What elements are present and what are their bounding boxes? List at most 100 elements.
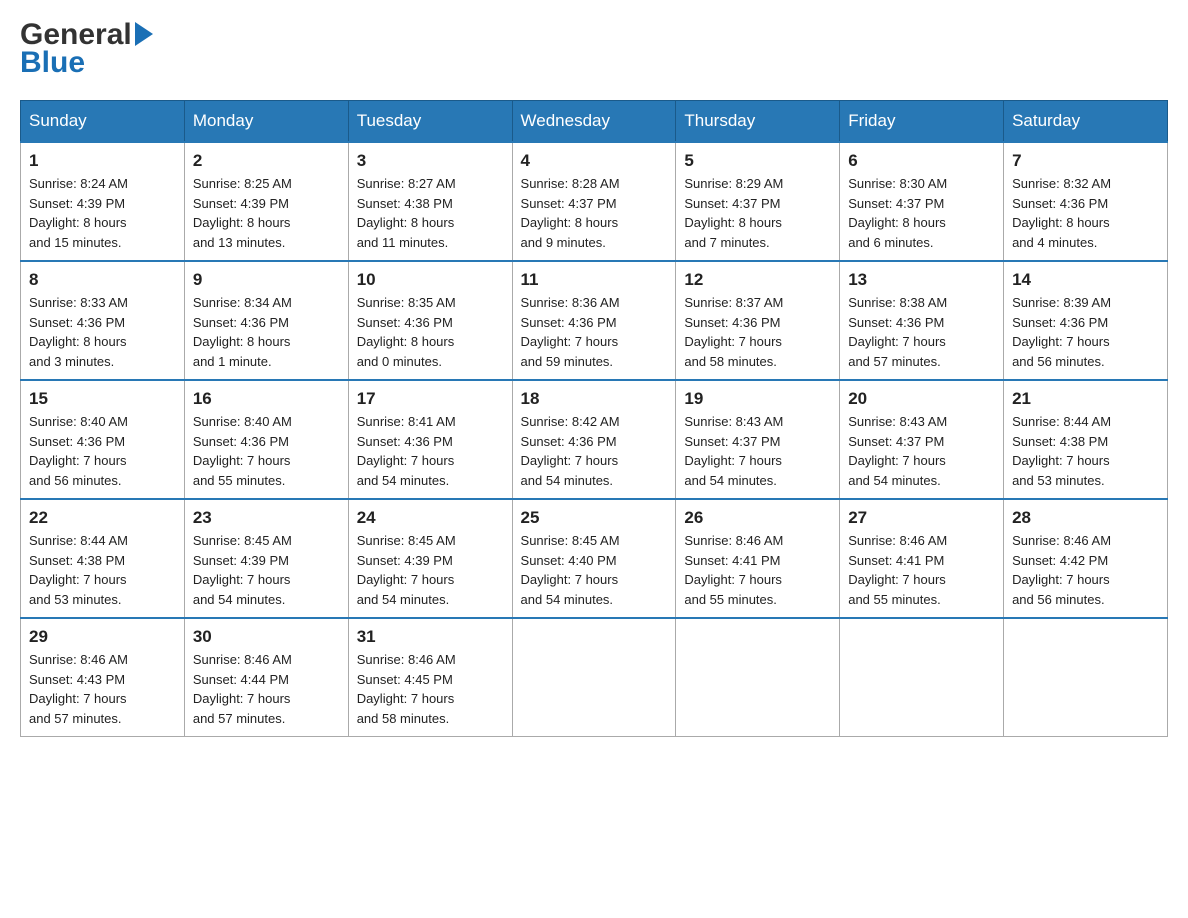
calendar-cell: 30 Sunrise: 8:46 AMSunset: 4:44 PMDayligh…: [184, 618, 348, 737]
day-info: Sunrise: 8:41 AMSunset: 4:36 PMDaylight:…: [357, 412, 504, 490]
day-info: Sunrise: 8:43 AMSunset: 4:37 PMDaylight:…: [684, 412, 831, 490]
day-number: 20: [848, 389, 995, 409]
day-info: Sunrise: 8:40 AMSunset: 4:36 PMDaylight:…: [193, 412, 340, 490]
day-number: 7: [1012, 151, 1159, 171]
day-number: 15: [29, 389, 176, 409]
day-info: Sunrise: 8:42 AMSunset: 4:36 PMDaylight:…: [521, 412, 668, 490]
day-info: Sunrise: 8:46 AMSunset: 4:43 PMDaylight:…: [29, 650, 176, 728]
day-info: Sunrise: 8:45 AMSunset: 4:39 PMDaylight:…: [357, 531, 504, 609]
day-info: Sunrise: 8:33 AMSunset: 4:36 PMDaylight:…: [29, 293, 176, 371]
calendar-cell: [840, 618, 1004, 737]
calendar-cell: 25 Sunrise: 8:45 AMSunset: 4:40 PMDayligh…: [512, 499, 676, 618]
calendar-body: 1Sunrise: 8:24 AMSunset: 4:39 PMDaylight…: [21, 142, 1168, 737]
weekday-header-tuesday: Tuesday: [348, 101, 512, 143]
page-header: General Blue: [20, 20, 1168, 80]
day-info: Sunrise: 8:46 AMSunset: 4:41 PMDaylight:…: [848, 531, 995, 609]
weekday-header-wednesday: Wednesday: [512, 101, 676, 143]
day-info: Sunrise: 8:29 AMSunset: 4:37 PMDaylight:…: [684, 174, 831, 252]
day-info: Sunrise: 8:43 AMSunset: 4:37 PMDaylight:…: [848, 412, 995, 490]
day-info: Sunrise: 8:38 AMSunset: 4:36 PMDaylight:…: [848, 293, 995, 371]
day-number: 2: [193, 151, 340, 171]
calendar-cell: 26 Sunrise: 8:46 AMSunset: 4:41 PMDayligh…: [676, 499, 840, 618]
calendar-cell: 17 Sunrise: 8:41 AMSunset: 4:36 PMDayligh…: [348, 380, 512, 499]
day-number: 4: [521, 151, 668, 171]
day-info: Sunrise: 8:44 AMSunset: 4:38 PMDaylight:…: [29, 531, 176, 609]
day-number: 25: [521, 508, 668, 528]
day-info: Sunrise: 8:46 AMSunset: 4:42 PMDaylight:…: [1012, 531, 1159, 609]
day-number: 21: [1012, 389, 1159, 409]
calendar-cell: 12Sunrise: 8:37 AMSunset: 4:36 PMDayligh…: [676, 261, 840, 380]
day-number: 6: [848, 151, 995, 171]
day-number: 30: [193, 627, 340, 647]
calendar-cell: 2 Sunrise: 8:25 AMSunset: 4:39 PMDaylight…: [184, 142, 348, 261]
calendar-header: SundayMondayTuesdayWednesdayThursdayFrid…: [21, 101, 1168, 143]
day-number: 1: [29, 151, 176, 171]
calendar-week-5: 29 Sunrise: 8:46 AMSunset: 4:43 PMDayligh…: [21, 618, 1168, 737]
day-number: 22: [29, 508, 176, 528]
calendar-cell: 7Sunrise: 8:32 AMSunset: 4:36 PMDaylight…: [1004, 142, 1168, 261]
calendar-cell: 1Sunrise: 8:24 AMSunset: 4:39 PMDaylight…: [21, 142, 185, 261]
day-number: 26: [684, 508, 831, 528]
day-info: Sunrise: 8:40 AMSunset: 4:36 PMDaylight:…: [29, 412, 176, 490]
day-number: 9: [193, 270, 340, 290]
logo-blue-text: Blue: [20, 46, 85, 80]
day-number: 12: [684, 270, 831, 290]
day-info: Sunrise: 8:36 AMSunset: 4:36 PMDaylight:…: [521, 293, 668, 371]
day-number: 10: [357, 270, 504, 290]
calendar-cell: 14Sunrise: 8:39 AMSunset: 4:36 PMDayligh…: [1004, 261, 1168, 380]
day-info: Sunrise: 8:46 AMSunset: 4:45 PMDaylight:…: [357, 650, 504, 728]
calendar-cell: 4 Sunrise: 8:28 AMSunset: 4:37 PMDaylight…: [512, 142, 676, 261]
day-number: 31: [357, 627, 504, 647]
day-number: 3: [357, 151, 504, 171]
calendar-cell: [512, 618, 676, 737]
day-info: Sunrise: 8:25 AMSunset: 4:39 PMDaylight:…: [193, 174, 340, 252]
calendar-cell: 6 Sunrise: 8:30 AMSunset: 4:37 PMDaylight…: [840, 142, 1004, 261]
calendar-cell: 3 Sunrise: 8:27 AMSunset: 4:38 PMDaylight…: [348, 142, 512, 261]
day-info: Sunrise: 8:27 AMSunset: 4:38 PMDaylight:…: [357, 174, 504, 252]
calendar-cell: 8 Sunrise: 8:33 AMSunset: 4:36 PMDaylight…: [21, 261, 185, 380]
day-info: Sunrise: 8:46 AMSunset: 4:44 PMDaylight:…: [193, 650, 340, 728]
calendar-cell: 27 Sunrise: 8:46 AMSunset: 4:41 PMDayligh…: [840, 499, 1004, 618]
calendar-cell: 29 Sunrise: 8:46 AMSunset: 4:43 PMDayligh…: [21, 618, 185, 737]
day-number: 17: [357, 389, 504, 409]
day-number: 28: [1012, 508, 1159, 528]
day-number: 19: [684, 389, 831, 409]
weekday-row: SundayMondayTuesdayWednesdayThursdayFrid…: [21, 101, 1168, 143]
calendar-cell: 13 Sunrise: 8:38 AMSunset: 4:36 PMDayligh…: [840, 261, 1004, 380]
day-info: Sunrise: 8:45 AMSunset: 4:40 PMDaylight:…: [521, 531, 668, 609]
weekday-header-sunday: Sunday: [21, 101, 185, 143]
calendar-cell: 24Sunrise: 8:45 AMSunset: 4:39 PMDayligh…: [348, 499, 512, 618]
day-number: 11: [521, 270, 668, 290]
day-info: Sunrise: 8:45 AMSunset: 4:39 PMDaylight:…: [193, 531, 340, 609]
calendar-cell: [676, 618, 840, 737]
calendar-week-4: 22 Sunrise: 8:44 AMSunset: 4:38 PMDayligh…: [21, 499, 1168, 618]
weekday-header-thursday: Thursday: [676, 101, 840, 143]
calendar-cell: 9Sunrise: 8:34 AMSunset: 4:36 PMDaylight…: [184, 261, 348, 380]
logo-arrow-icon: [135, 22, 153, 46]
day-info: Sunrise: 8:44 AMSunset: 4:38 PMDaylight:…: [1012, 412, 1159, 490]
day-number: 5: [684, 151, 831, 171]
day-number: 27: [848, 508, 995, 528]
day-number: 29: [29, 627, 176, 647]
weekday-header-friday: Friday: [840, 101, 1004, 143]
calendar-cell: [1004, 618, 1168, 737]
weekday-header-saturday: Saturday: [1004, 101, 1168, 143]
calendar-cell: 20 Sunrise: 8:43 AMSunset: 4:37 PMDayligh…: [840, 380, 1004, 499]
calendar-cell: 10Sunrise: 8:35 AMSunset: 4:36 PMDayligh…: [348, 261, 512, 380]
calendar-cell: 19 Sunrise: 8:43 AMSunset: 4:37 PMDayligh…: [676, 380, 840, 499]
calendar-table: SundayMondayTuesdayWednesdayThursdayFrid…: [20, 100, 1168, 737]
day-info: Sunrise: 8:30 AMSunset: 4:37 PMDaylight:…: [848, 174, 995, 252]
calendar-cell: 22 Sunrise: 8:44 AMSunset: 4:38 PMDayligh…: [21, 499, 185, 618]
day-info: Sunrise: 8:46 AMSunset: 4:41 PMDaylight:…: [684, 531, 831, 609]
calendar-cell: 28 Sunrise: 8:46 AMSunset: 4:42 PMDayligh…: [1004, 499, 1168, 618]
calendar-cell: 21 Sunrise: 8:44 AMSunset: 4:38 PMDayligh…: [1004, 380, 1168, 499]
calendar-week-1: 1Sunrise: 8:24 AMSunset: 4:39 PMDaylight…: [21, 142, 1168, 261]
day-number: 16: [193, 389, 340, 409]
day-number: 18: [521, 389, 668, 409]
calendar-cell: 5 Sunrise: 8:29 AMSunset: 4:37 PMDaylight…: [676, 142, 840, 261]
day-number: 8: [29, 270, 176, 290]
calendar-week-3: 15 Sunrise: 8:40 AMSunset: 4:36 PMDayligh…: [21, 380, 1168, 499]
day-number: 13: [848, 270, 995, 290]
day-info: Sunrise: 8:28 AMSunset: 4:37 PMDaylight:…: [521, 174, 668, 252]
day-info: Sunrise: 8:39 AMSunset: 4:36 PMDaylight:…: [1012, 293, 1159, 371]
